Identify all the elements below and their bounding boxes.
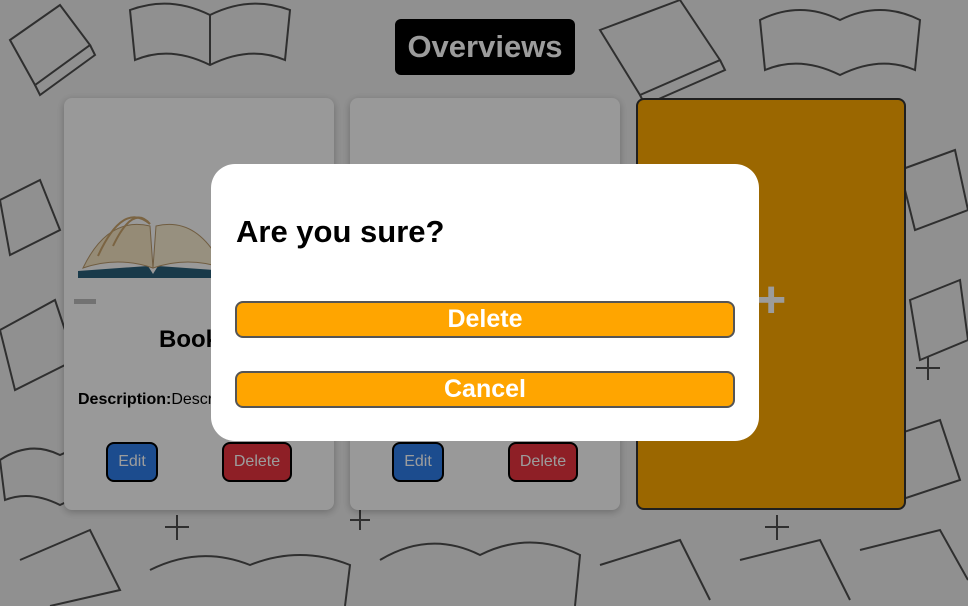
confirm-delete-button[interactable]: Delete <box>235 301 735 338</box>
dialog-title: Are you sure? <box>236 214 445 249</box>
confirm-dialog: Are you sure? Delete Cancel <box>211 164 759 441</box>
cancel-button[interactable]: Cancel <box>235 371 735 408</box>
